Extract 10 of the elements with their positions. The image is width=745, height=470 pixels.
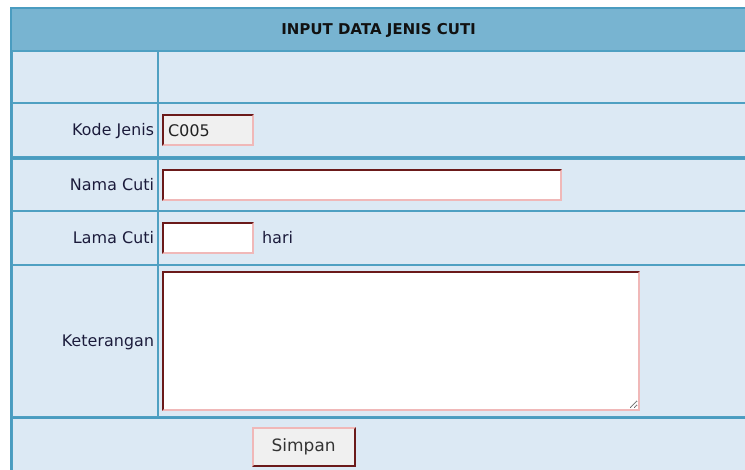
save-button[interactable]: Simpan <box>252 427 356 467</box>
unit-label: hari <box>262 227 293 249</box>
field-label: Keterangan <box>62 330 154 352</box>
field-label: Nama Cuti <box>70 174 154 196</box>
text-field[interactable]: C005 <box>162 114 254 146</box>
text-field[interactable] <box>162 169 562 201</box>
text-field[interactable] <box>162 222 254 254</box>
field-label: Kode Jenis <box>72 119 154 141</box>
form-title: INPUT DATA JENIS CUTI <box>12 9 745 51</box>
field-label: Lama Cuti <box>72 227 154 249</box>
